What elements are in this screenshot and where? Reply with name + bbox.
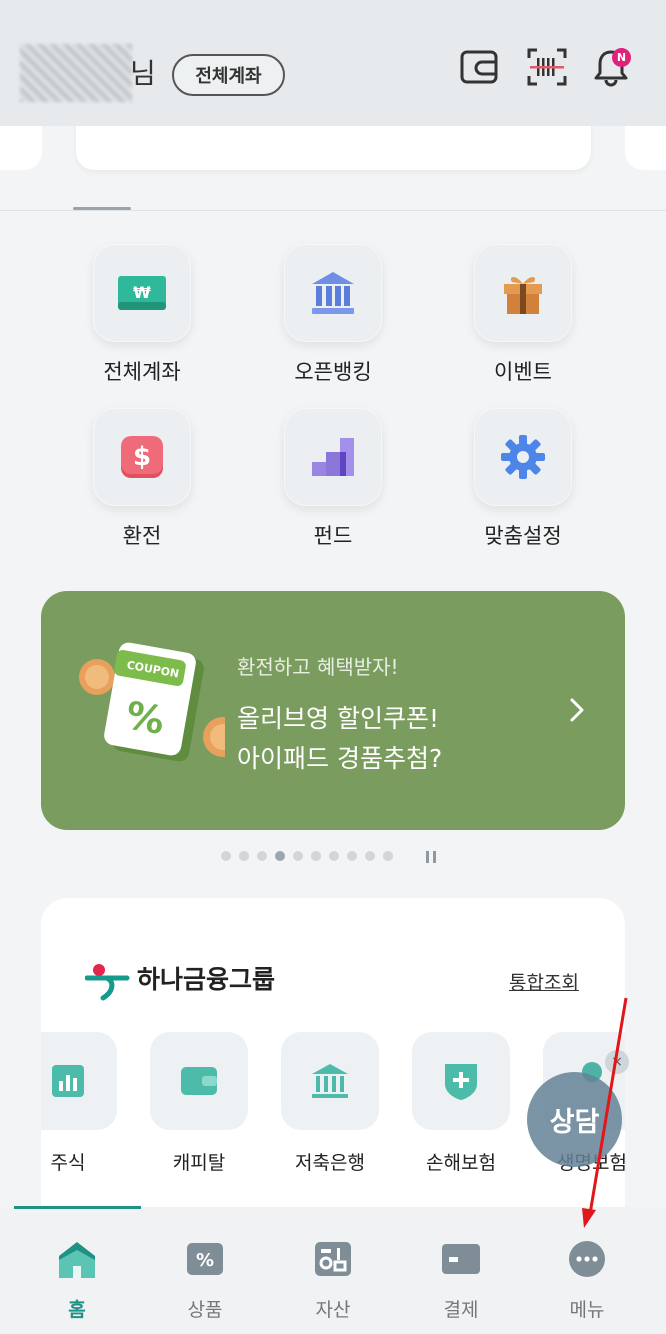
- coupon-symbol: %: [123, 693, 168, 743]
- close-icon[interactable]: ×: [605, 1050, 629, 1074]
- app-header: 님 전체계좌 N: [0, 0, 666, 126]
- wallet-icon[interactable]: [458, 46, 500, 88]
- banner-title-line1: 올리브영 할인쿠폰!: [237, 704, 439, 733]
- svg-text:₩: ₩: [133, 283, 151, 302]
- fund-chart-icon: [284, 408, 382, 506]
- pagination-dot[interactable]: [239, 851, 249, 861]
- bottom-tab-bar: 홈 % 상품 자산 결제 메뉴: [0, 1206, 666, 1334]
- affiliate-non-life-insurance[interactable]: 손해보험: [406, 1032, 516, 1175]
- tab-payment[interactable]: 결제: [406, 1237, 516, 1322]
- quick-menu-label: 펀드: [313, 524, 353, 548]
- pagination-dot[interactable]: [329, 851, 339, 861]
- assets-icon: [278, 1237, 388, 1281]
- pagination-dot[interactable]: [293, 851, 303, 861]
- pagination-dot[interactable]: [365, 851, 375, 861]
- user-name-suffix: 님: [130, 57, 156, 90]
- card-icon: [406, 1237, 516, 1281]
- hana-logo-icon: [84, 960, 131, 1006]
- bank-building-icon: [284, 244, 382, 342]
- active-tab-indicator: [14, 1206, 141, 1209]
- banner-title-line2: 아이패드 경품추첨?: [237, 744, 443, 773]
- affiliate-label: 저축은행: [295, 1152, 365, 1174]
- tab-assets[interactable]: 자산: [278, 1237, 388, 1322]
- tab-home[interactable]: 홈: [22, 1237, 132, 1322]
- tab-menu[interactable]: 메뉴: [532, 1237, 642, 1322]
- tab-label: 홈: [68, 1299, 86, 1321]
- coupon-illustration: COUPON %: [75, 635, 243, 769]
- tab-products[interactable]: % 상품: [150, 1237, 260, 1322]
- affiliate-label: 주식: [50, 1152, 86, 1174]
- tab-label: 상품: [187, 1299, 223, 1321]
- bank-building-icon: [281, 1032, 379, 1130]
- home-icon: [22, 1237, 132, 1281]
- more-dots-icon: [532, 1237, 642, 1281]
- gear-icon: [474, 408, 572, 506]
- hana-group-card: 하나금융그룹 통합조회 주식 캐피탈 저축은행 손해보험: [41, 898, 625, 1228]
- affiliate-label: 캐피탈: [172, 1152, 226, 1174]
- integrated-view-link[interactable]: 통합조회: [509, 968, 579, 995]
- svg-text:$: $: [133, 442, 151, 472]
- quick-menu-settings[interactable]: 맞춤설정: [453, 408, 593, 550]
- consult-button[interactable]: 상담: [527, 1072, 622, 1167]
- card-page-indicator: [73, 207, 131, 210]
- barcode-scan-icon[interactable]: [526, 46, 568, 88]
- svg-text:%: %: [196, 1250, 214, 1271]
- quick-menu-exchange[interactable]: $ 환전: [72, 408, 212, 550]
- divider: [0, 210, 666, 211]
- quick-menu-label: 이벤트: [494, 360, 552, 384]
- banner-pagination: [221, 851, 393, 861]
- pause-icon[interactable]: [425, 849, 437, 868]
- pagination-dot[interactable]: [275, 851, 285, 861]
- quick-menu-event[interactable]: 이벤트: [453, 244, 593, 386]
- tab-label: 자산: [315, 1299, 351, 1321]
- quick-menu-fund[interactable]: 펀드: [263, 408, 403, 550]
- hana-group-title: 하나금융그룹: [137, 965, 276, 994]
- won-bill-icon: ₩: [93, 244, 191, 342]
- tab-label: 메뉴: [569, 1299, 605, 1321]
- pagination-dot[interactable]: [347, 851, 357, 861]
- wallet-icon: [150, 1032, 248, 1130]
- gift-box-icon: [474, 244, 572, 342]
- quick-menu-label: 맞춤설정: [484, 524, 562, 548]
- quick-menu-open-banking[interactable]: 오픈뱅킹: [263, 244, 403, 386]
- blurred-user-name: [20, 44, 132, 102]
- affiliate-label: 손해보험: [426, 1152, 496, 1174]
- all-accounts-button[interactable]: 전체계좌: [172, 54, 285, 96]
- banner-title: 올리브영 할인쿠폰! 아이패드 경품추첨?: [237, 699, 442, 779]
- chevron-right-icon[interactable]: [565, 695, 589, 729]
- pagination-dot[interactable]: [257, 851, 267, 861]
- pagination-dot[interactable]: [221, 851, 231, 861]
- affiliate-stock[interactable]: 주식: [41, 1032, 123, 1175]
- tab-label: 결제: [443, 1299, 479, 1321]
- stock-chart-icon: [41, 1032, 117, 1130]
- affiliate-savings-bank[interactable]: 저축은행: [275, 1032, 385, 1175]
- affiliate-capital[interactable]: 캐피탈: [144, 1032, 254, 1175]
- percent-tag-icon: %: [150, 1237, 260, 1281]
- promo-banner[interactable]: COUPON % 환전하고 혜택받자! 올리브영 할인쿠폰! 아이패드 경품추첨…: [41, 591, 625, 830]
- shield-plus-icon: [412, 1032, 510, 1130]
- dollar-icon: $: [93, 408, 191, 506]
- banner-subtitle: 환전하고 혜택받자!: [237, 655, 399, 679]
- pagination-dot[interactable]: [311, 851, 321, 861]
- notification-badge: N: [612, 48, 631, 67]
- quick-menu-label: 전체계좌: [103, 360, 181, 384]
- quick-menu-label: 환전: [122, 524, 162, 548]
- quick-menu-all-accounts[interactable]: ₩ 전체계좌: [72, 244, 212, 386]
- quick-menu-label: 오픈뱅킹: [294, 360, 372, 384]
- pagination-dot[interactable]: [383, 851, 393, 861]
